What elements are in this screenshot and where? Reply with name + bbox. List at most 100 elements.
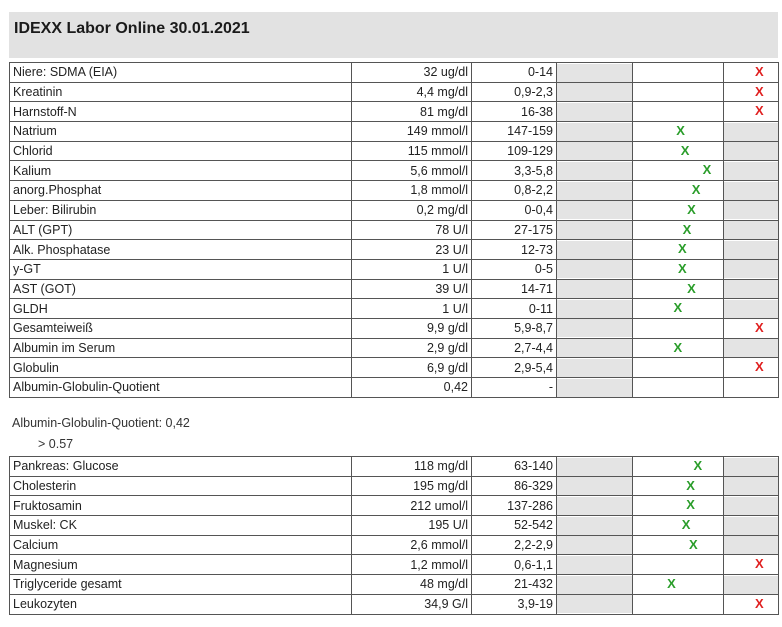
table-row: Globulin 6,9 g/dl 2,9-5,4 X (9, 357, 779, 378)
test-name: Chlorid (9, 140, 352, 162)
range-bar-low (556, 357, 633, 378)
test-value: 195 U/l (351, 515, 472, 536)
table-row: Cholesterin 195 mg/dl 86-329 X (9, 475, 779, 497)
test-name: GLDH (9, 298, 352, 319)
test-name: Cholesterin (9, 475, 352, 497)
high-mark: X (755, 64, 764, 79)
normal-mark: X (691, 182, 701, 198)
range-bar-low (556, 475, 633, 497)
test-name: Magnesium (9, 554, 352, 576)
range-normal-cell: X (632, 199, 724, 221)
range-high-cell (723, 239, 779, 260)
report-title: IDEXX Labor Online 30.01.2021 (14, 20, 250, 37)
test-value: 48 mg/dl (351, 574, 472, 595)
test-value: 78 U/l (351, 219, 472, 241)
test-value: 0,42 (351, 377, 472, 398)
range-high-cell (723, 219, 779, 241)
reference-range: 0-11 (471, 298, 557, 319)
range-normal-cell (632, 81, 724, 103)
reference-range: 3,9-19 (471, 593, 557, 615)
test-value: 0,2 mg/dl (351, 199, 472, 221)
ag-quotient-note: Albumin-Globulin-Quotient: 0,42 (12, 416, 190, 430)
normal-mark: X (686, 477, 695, 493)
normal-mark: X (687, 201, 696, 217)
normal-mark: X (686, 497, 695, 513)
range-normal-cell: X (632, 495, 724, 517)
range-high-cell: X (723, 593, 779, 615)
test-value: 5,6 mmol/l (351, 160, 472, 182)
table-row: GLDH 1 U/l 0-11 X (9, 298, 779, 319)
table-row: Fruktosamin 212 umol/l 137-286 X (9, 495, 779, 517)
table-row: Alk. Phosphatase 23 U/l 12-73 X (9, 239, 779, 260)
reference-range: 137-286 (471, 495, 557, 517)
test-value: 2,9 g/dl (351, 337, 472, 359)
high-mark: X (755, 556, 764, 572)
range-bar-low (556, 219, 633, 241)
table-row: ALT (GPT) 78 U/l 27-175 X (9, 219, 779, 241)
test-name: Leber: Bilirubin (9, 199, 352, 221)
range-high-cell: X (723, 357, 779, 378)
lab-results-table-2: Pankreas: Glucose 118 mg/dl 63-140 X Cholest… (9, 456, 779, 615)
range-high-cell (723, 574, 779, 595)
ag-quotient-reference: > 0.57 (38, 437, 74, 451)
range-high-cell (723, 258, 779, 280)
range-normal-cell: X (632, 534, 724, 556)
range-normal-cell: X (632, 475, 724, 497)
range-bar-low (556, 337, 633, 359)
reference-range: 2,2-2,9 (471, 534, 557, 556)
report-header: IDEXX Labor Online 30.01.2021 (9, 12, 778, 58)
range-bar-low (556, 180, 633, 201)
test-value: 1 U/l (351, 298, 472, 319)
test-name: y-GT (9, 258, 352, 280)
reference-range: 2,9-5,4 (471, 357, 557, 378)
test-name: Niere: SDMA (EIA) (9, 62, 352, 83)
test-name: Pankreas: Glucose (9, 456, 352, 477)
range-high-cell (723, 534, 779, 556)
normal-mark: X (681, 517, 691, 533)
normal-mark: X (702, 162, 712, 178)
normal-mark: X (667, 576, 676, 592)
normal-mark: X (682, 221, 692, 237)
reference-range: 0,9-2,3 (471, 81, 557, 103)
test-name: anorg.Phosphat (9, 180, 352, 201)
range-normal-cell: X (632, 574, 724, 595)
range-bar-low (556, 140, 633, 162)
range-bar-low (556, 258, 633, 280)
reference-range: 0,8-2,2 (471, 180, 557, 201)
range-high-cell (723, 495, 779, 517)
range-normal-cell: X (632, 456, 724, 477)
normal-mark: X (687, 280, 696, 296)
table-row: Niere: SDMA (EIA) 32 ug/dl 0-14 X (9, 62, 779, 83)
range-normal-cell: X (632, 219, 724, 241)
range-high-cell (723, 475, 779, 497)
range-high-cell (723, 180, 779, 201)
test-name: Kalium (9, 160, 352, 182)
range-normal-cell: X (632, 239, 724, 260)
test-value: 23 U/l (351, 239, 472, 260)
table-row: Gesamteiweiß 9,9 g/dl 5,9-8,7 X (9, 317, 779, 339)
test-name: Kreatinin (9, 81, 352, 103)
normal-mark: X (680, 142, 690, 158)
test-name: Gesamteiweiß (9, 317, 352, 339)
normal-mark: X (676, 123, 685, 139)
range-bar-low (556, 534, 633, 556)
range-bar-low (556, 121, 633, 142)
test-value: 9,9 g/dl (351, 317, 472, 339)
reference-range: 3,3-5,8 (471, 160, 557, 182)
test-name: Muskel: CK (9, 515, 352, 536)
range-bar-low (556, 160, 633, 182)
reference-range: 5,9-8,7 (471, 317, 557, 339)
reference-range: 0-0,4 (471, 199, 557, 221)
test-value: 81 mg/dl (351, 101, 472, 123)
test-name: Albumin-Globulin-Quotient (9, 377, 352, 398)
test-value: 1,2 mmol/l (351, 554, 472, 576)
reference-range: 63-140 (471, 456, 557, 477)
range-bar-low (556, 317, 633, 339)
table-row: Muskel: CK 195 U/l 52-542 X (9, 515, 779, 536)
range-normal-cell (632, 317, 724, 339)
test-name: Leukozyten (9, 593, 352, 615)
table-row: AST (GOT) 39 U/l 14-71 X (9, 278, 779, 300)
table-row: Magnesium 1,2 mmol/l 0,6-1,1 X (9, 554, 779, 576)
normal-mark: X (678, 241, 687, 257)
range-high-cell: X (723, 81, 779, 103)
